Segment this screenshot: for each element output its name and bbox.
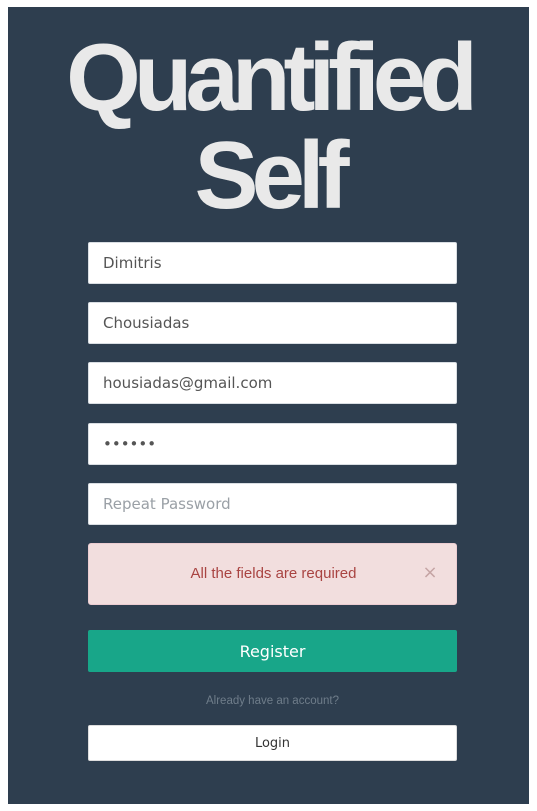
app-logo: Quantified Self: [8, 29, 529, 225]
last-name-field[interactable]: [88, 302, 457, 344]
login-button[interactable]: Login: [88, 725, 457, 761]
first-name-field[interactable]: [88, 242, 457, 284]
register-button[interactable]: Register: [88, 630, 457, 672]
password-field[interactable]: [88, 423, 457, 465]
register-panel: Quantified Self All the fields are requi…: [8, 7, 529, 804]
already-have-account-text: Already have an account?: [206, 695, 339, 707]
logo-line-1: Quantified: [66, 24, 478, 131]
error-message: All the fields are required: [190, 565, 357, 582]
close-icon[interactable]: ×: [422, 563, 438, 583]
repeat-password-field[interactable]: [88, 483, 457, 525]
email-field[interactable]: [88, 362, 457, 404]
logo-line-2: Self: [194, 122, 349, 229]
error-alert: All the fields are required ×: [88, 543, 457, 605]
